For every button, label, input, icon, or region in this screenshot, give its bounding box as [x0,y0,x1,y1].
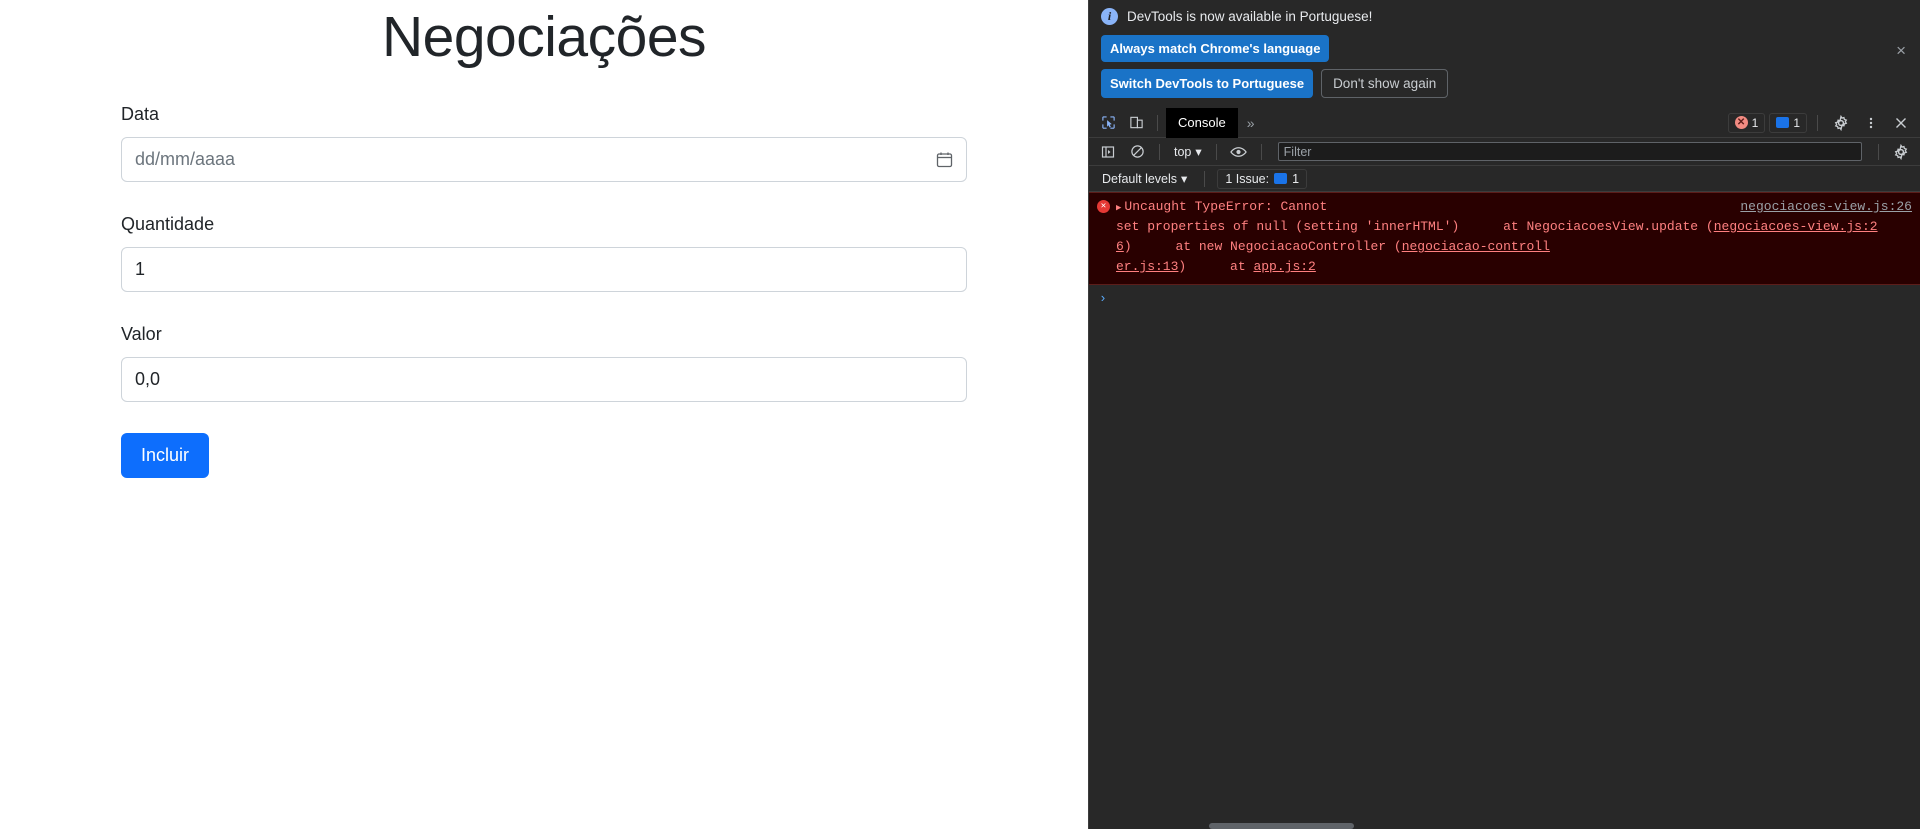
field-data: Data dd/mm/aaaa [121,105,967,182]
always-match-language-button[interactable]: Always match Chrome's language [1101,35,1330,62]
page-title: Negociações [381,5,707,69]
device-toolbar-icon[interactable] [1123,111,1149,135]
field-quantidade: Quantidade 1 [121,215,967,292]
label-data: Data [121,103,160,124]
console-prompt[interactable]: › [1089,285,1920,312]
incluir-button[interactable]: Incluir [121,432,210,479]
message-icon [1776,117,1790,128]
chevron-down-icon: ▾ [1181,172,1188,186]
console-output: ✕ negociacoes-view.js:26 ▶ Uncaught TypeE… [1089,192,1920,829]
web-page: Negociações Data dd/mm/aaaa Quantidade 1… [0,0,1088,829]
issues-label: 1 Issue: [1225,171,1270,186]
date-input-value: dd/mm/aaaa [135,148,236,169]
error-icon: ✕ [1097,200,1110,213]
date-input[interactable]: dd/mm/aaaa [121,136,967,182]
stack-frame-text: at new NegociacaoController ( [1175,239,1402,255]
calendar-icon[interactable] [936,151,953,168]
message-count-value: 1 [1793,115,1800,130]
quantidade-input-value: 1 [135,258,146,279]
close-icon[interactable]: × [1896,42,1906,59]
console-settings-gear-icon[interactable] [1888,140,1914,164]
valor-input-value: 0,0 [135,368,161,389]
chevron-down-icon: ▾ [1195,145,1202,159]
stack-frame-link[interactable]: negociacao-controll [1402,239,1550,254]
dont-show-again-button[interactable]: Don't show again [1321,69,1449,98]
valor-input[interactable]: 0,0 [121,356,967,402]
console-error-message[interactable]: ✕ negociacoes-view.js:26 ▶ Uncaught TypeE… [1089,192,1920,285]
console-level-bar: Default levels ▾ 1 Issue: 1 [1089,166,1920,192]
message-count-badge[interactable]: 1 [1769,112,1807,133]
console-sidebar-icon[interactable] [1095,140,1121,164]
stack-frame-tail: ) [1123,239,1132,255]
stack-frame-link-tail[interactable]: er.js:13 [1116,259,1178,274]
context-selector-value: top [1174,144,1192,159]
negociacao-form: Data dd/mm/aaaa Quantidade 1 Valor 0,0 I… [0,105,1088,479]
stack-frame-tail: ) [1178,259,1187,275]
clear-console-icon[interactable] [1124,140,1150,164]
label-quantidade: Quantidade [121,213,215,234]
tab-console[interactable]: Console [1166,107,1238,138]
error-line-2: set properties of null (setting 'innerHT… [1116,219,1460,235]
scrollbar-indicator[interactable] [1209,823,1354,829]
expand-icon[interactable]: ▶ [1116,203,1121,213]
error-count-value: 1 [1751,115,1759,130]
context-selector[interactable]: top ▾ [1169,142,1207,161]
filter-input[interactable] [1277,142,1862,161]
info-icon: i [1101,8,1118,25]
live-expression-icon[interactable] [1226,140,1252,164]
stack-frame: at new NegociacaoController (negociacao-… [1139,239,1549,254]
error-icon: ✕ [1734,116,1748,129]
issues-chip[interactable]: 1 Issue: 1 [1217,168,1308,189]
stack-frame-link[interactable]: negociacoes-view.js:2 [1714,219,1878,234]
quantidade-input[interactable]: 1 [121,246,967,292]
switch-language-button[interactable]: Switch DevTools to Portuguese [1101,69,1314,98]
issue-icon [1274,173,1288,184]
stack-frame-link-tail[interactable]: 6 [1116,239,1124,254]
console-filter-bar: top ▾ [1089,138,1920,166]
devtools-panel: i DevTools is now available in Portugues… [1088,0,1920,829]
label-valor: Valor [121,323,162,344]
error-count-badge[interactable]: ✕ 1 [1727,112,1766,133]
stack-frame: at app.js:2 [1194,259,1316,274]
stack-frame-text: at NegociacoesView.update ( [1503,219,1714,235]
stack-frame: at NegociacoesView.update (negociacoes-v… [1467,219,1877,234]
log-levels-selector[interactable]: Default levels ▾ [1097,169,1192,188]
more-tabs-icon[interactable]: » [1240,115,1262,131]
error-source-link[interactable]: negociacoes-view.js:26 [1740,197,1912,217]
devtools-toolbar: Console » ✕ 1 1 [1089,107,1920,138]
log-levels-value: Default levels [1102,171,1178,186]
stack-frame-link[interactable]: app.js:2 [1253,259,1315,274]
issues-count: 1 [1292,171,1300,186]
close-devtools-icon[interactable] [1888,111,1914,135]
field-valor: Valor 0,0 [121,325,967,402]
gear-icon[interactable] [1828,111,1854,135]
inspect-cursor-icon[interactable] [1095,111,1121,135]
banner-message: DevTools is now available in Portuguese! [1127,9,1373,24]
kebab-menu-icon[interactable] [1858,111,1884,135]
error-line-1: Uncaught TypeError: Cannot [1124,199,1328,214]
language-banner: i DevTools is now available in Portugues… [1089,0,1920,108]
stack-frame-text: at [1230,259,1254,275]
